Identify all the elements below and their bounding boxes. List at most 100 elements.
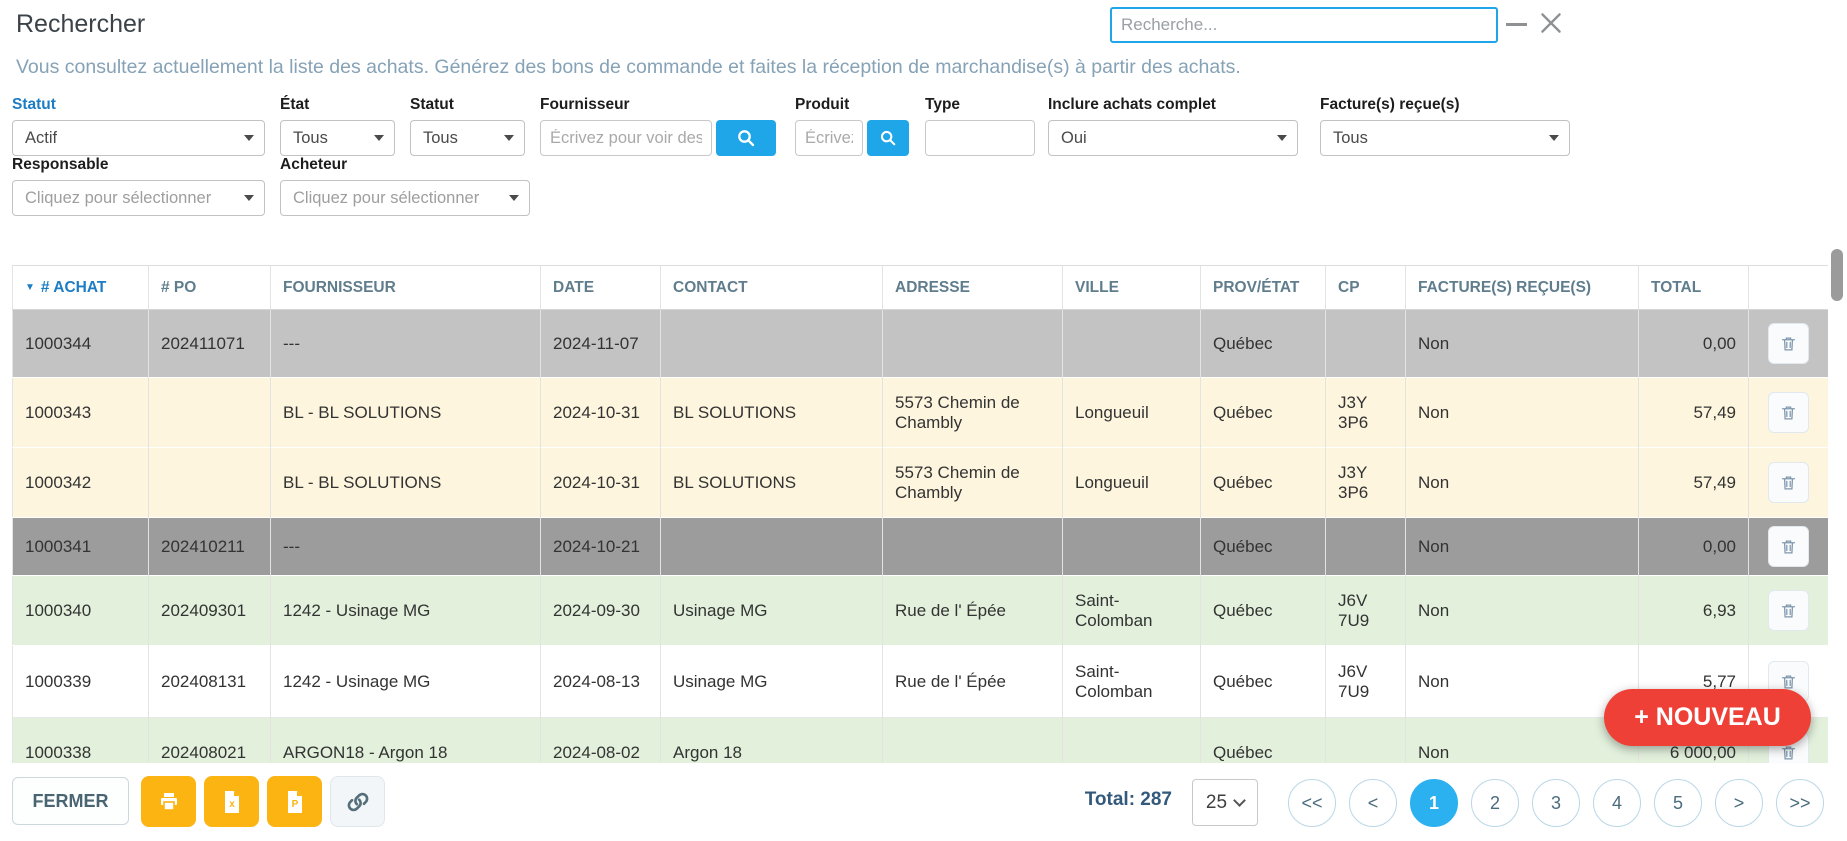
pagination-next[interactable]: > — [1715, 779, 1763, 827]
table-row[interactable]: 1000341202410211---2024-10-21QuébecNon0,… — [13, 518, 1829, 576]
close-icon[interactable] — [1540, 12, 1562, 34]
table-row[interactable]: 1000343BL - BL SOLUTIONS2024-10-31BL SOL… — [13, 378, 1829, 448]
inclure-achats-select[interactable]: Oui — [1048, 120, 1298, 156]
table-row[interactable]: 10003392024081311242 - Usinage MG2024-08… — [13, 646, 1829, 718]
filter-responsable: Responsable Cliquez pour sélectionner — [12, 156, 265, 216]
rechercher-window: Rechercher Vous consultez actuellement l… — [0, 0, 1847, 841]
cell-date: 2024-08-13 — [541, 646, 661, 718]
table-row[interactable]: 10003402024093011242 - Usinage MG2024-09… — [13, 576, 1829, 646]
delete-button[interactable] — [1768, 323, 1809, 364]
pagination-last[interactable]: >> — [1776, 779, 1824, 827]
pagination-5[interactable]: 5 — [1654, 779, 1702, 827]
cell-total: 6,93 — [1639, 576, 1749, 646]
search-input[interactable] — [1110, 7, 1498, 43]
pagination-3[interactable]: 3 — [1532, 779, 1580, 827]
delete-button[interactable] — [1768, 462, 1809, 503]
statut-achat-select[interactable]: Actif — [12, 120, 265, 156]
pagination-4[interactable]: 4 — [1593, 779, 1641, 827]
pagination-first[interactable]: << — [1288, 779, 1336, 827]
cell-po — [149, 448, 271, 518]
cell-facture: Non — [1406, 518, 1639, 576]
column-header-achat[interactable]: ▼# ACHAT — [13, 266, 149, 310]
cell-actions — [1749, 448, 1829, 518]
column-header-date[interactable]: DATE — [541, 266, 661, 310]
copy-link-button[interactable] — [330, 776, 385, 827]
cell-total: 0,00 — [1639, 310, 1749, 378]
cell-date: 2024-10-31 — [541, 448, 661, 518]
table-row[interactable]: 1000344202411071---2024-11-07QuébecNon0,… — [13, 310, 1829, 378]
column-header-fournisseur[interactable]: FOURNISSEUR — [271, 266, 541, 310]
table-row[interactable]: 1000338202408021ARGON18 - Argon 182024-0… — [13, 718, 1829, 764]
cell-contact — [661, 518, 883, 576]
column-header-total[interactable]: TOTAL — [1639, 266, 1749, 310]
pagination: <<<12345>>> — [1288, 779, 1824, 827]
filter-label-type: Type — [925, 96, 1035, 114]
cell-cp: J3Y 3P6 — [1326, 448, 1406, 518]
cell-facture: Non — [1406, 378, 1639, 448]
pagination-prev[interactable]: < — [1349, 779, 1397, 827]
cell-facture: Non — [1406, 576, 1639, 646]
produit-search-button[interactable] — [867, 120, 909, 156]
cell-facture: Non — [1406, 718, 1639, 764]
table-row[interactable]: 1000342BL - BL SOLUTIONS2024-10-31BL SOL… — [13, 448, 1829, 518]
print-button[interactable] — [141, 776, 196, 827]
select-value: Tous — [1333, 129, 1368, 148]
cell-contact: BL SOLUTIONS — [661, 448, 883, 518]
column-header-adresse[interactable]: ADRESSE — [883, 266, 1063, 310]
nouveau-button[interactable]: + NOUVEAU — [1604, 689, 1811, 746]
cell-po: 202408021 — [149, 718, 271, 764]
cell-ville: Longueuil — [1063, 448, 1201, 518]
cell-achat: 1000339 — [13, 646, 149, 718]
etat-select[interactable]: Tous — [280, 120, 395, 156]
statut-select[interactable]: Tous — [410, 120, 525, 156]
cell-cp: J6V 7U9 — [1326, 646, 1406, 718]
column-header-ville[interactable]: VILLE — [1063, 266, 1201, 310]
cell-fournisseur: BL - BL SOLUTIONS — [271, 448, 541, 518]
cell-prov: Québec — [1201, 448, 1326, 518]
responsable-select[interactable]: Cliquez pour sélectionner — [12, 180, 265, 216]
cell-prov: Québec — [1201, 518, 1326, 576]
filter-label-inclure: Inclure achats complet — [1048, 96, 1298, 114]
delete-button[interactable] — [1768, 526, 1809, 567]
delete-button[interactable] — [1768, 392, 1809, 433]
filter-inclure-achats: Inclure achats complet Oui — [1048, 96, 1298, 156]
cell-adresse — [883, 718, 1063, 764]
cell-po: 202408131 — [149, 646, 271, 718]
produit-input[interactable] — [795, 120, 863, 156]
fermer-button[interactable]: FERMER — [12, 777, 129, 825]
vertical-scrollbar[interactable] — [1831, 249, 1843, 301]
minimize-icon[interactable] — [1506, 23, 1527, 26]
column-header-po[interactable]: # PO — [149, 266, 271, 310]
fournisseur-input[interactable] — [540, 120, 712, 156]
cell-fournisseur: BL - BL SOLUTIONS — [271, 378, 541, 448]
cell-fournisseur: --- — [271, 310, 541, 378]
footer-bar: FERMER x P — [0, 763, 1847, 841]
delete-button[interactable] — [1768, 590, 1809, 631]
table-header-row: ▼# ACHAT# POFOURNISSEURDATECONTACTADRESS… — [13, 266, 1829, 310]
cell-adresse: Rue de l' Épée — [883, 646, 1063, 718]
cell-actions — [1749, 310, 1829, 378]
factures-recues-select[interactable]: Tous — [1320, 120, 1570, 156]
cell-prov: Québec — [1201, 646, 1326, 718]
column-header-contact[interactable]: CONTACT — [661, 266, 883, 310]
page-size-select[interactable]: 25 — [1192, 779, 1258, 826]
export-excel-button[interactable]: x — [204, 776, 259, 827]
type-input[interactable] — [925, 120, 1035, 156]
fournisseur-search-button[interactable] — [716, 120, 776, 156]
cell-contact: Argon 18 — [661, 718, 883, 764]
acheteur-select[interactable]: Cliquez pour sélectionner — [280, 180, 530, 216]
chevron-down-icon — [504, 135, 514, 141]
cell-fournisseur: 1242 - Usinage MG — [271, 646, 541, 718]
filter-statut: Statut Tous — [410, 96, 525, 156]
cell-fournisseur: --- — [271, 518, 541, 576]
search-icon — [736, 128, 756, 148]
column-header-facture[interactable]: FACTURE(S) REÇUE(S) — [1406, 266, 1639, 310]
pagination-2[interactable]: 2 — [1471, 779, 1519, 827]
column-header-cp[interactable]: CP — [1326, 266, 1406, 310]
pagination-1[interactable]: 1 — [1410, 779, 1458, 827]
trash-icon — [1780, 538, 1797, 556]
column-header-prov[interactable]: PROV/ÉTAT — [1201, 266, 1326, 310]
export-pdf-button[interactable]: P — [267, 776, 322, 827]
column-header-actions — [1749, 266, 1829, 310]
cell-actions — [1749, 378, 1829, 448]
